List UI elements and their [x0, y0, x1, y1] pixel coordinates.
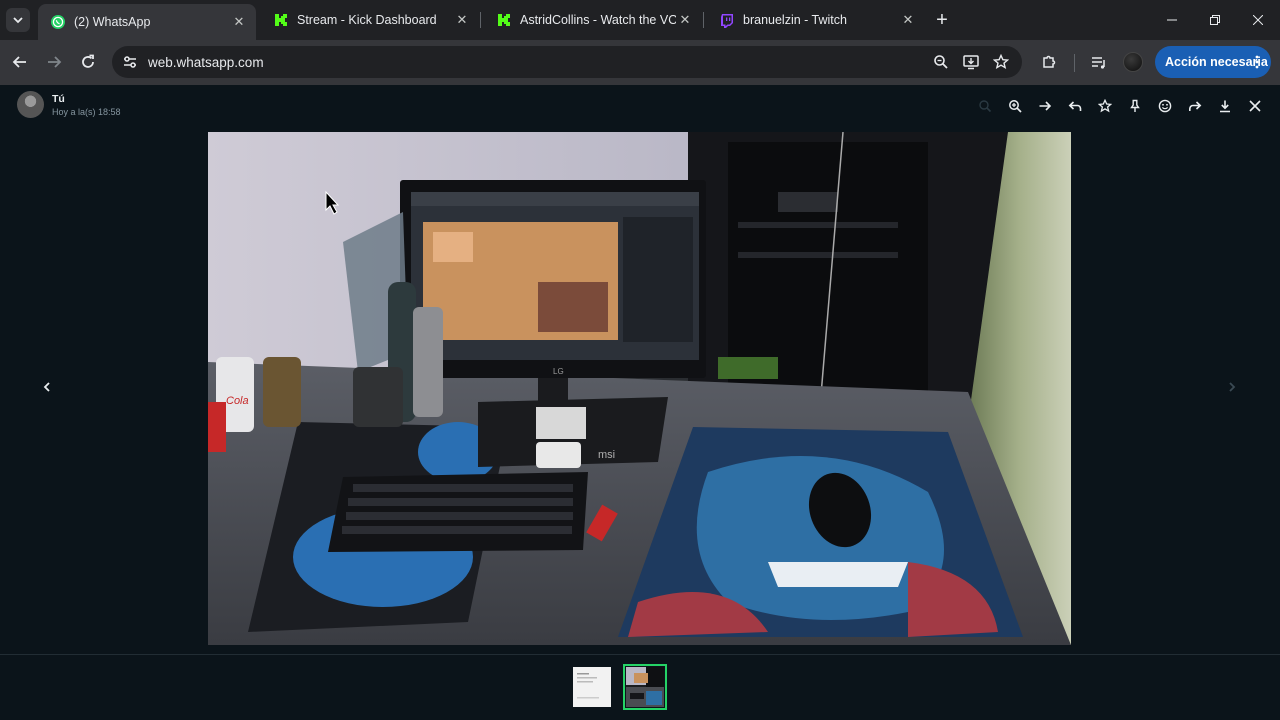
tab-kick-dashboard[interactable]: Stream - Kick Dashboard ✕ [261, 4, 479, 36]
reply-icon[interactable] [1064, 95, 1086, 117]
extensions-icon[interactable] [1034, 47, 1064, 77]
star-icon[interactable] [1094, 95, 1116, 117]
chevron-right-icon [1229, 382, 1236, 392]
url-text: web.whatsapp.com [148, 54, 264, 70]
window-close-button[interactable] [1236, 0, 1280, 40]
minimize-icon [1167, 19, 1177, 21]
kick-icon [496, 12, 512, 28]
tab-divider [480, 12, 481, 28]
reload-icon [82, 54, 94, 68]
tab-title: AstridCollins - Watch the VOD o [520, 13, 676, 27]
close-icon[interactable]: ✕ [676, 11, 694, 29]
tab-twitch[interactable]: branuelzin - Twitch ✕ [707, 4, 925, 36]
more-vertical-icon[interactable] [1249, 52, 1265, 72]
forward-button[interactable] [39, 47, 69, 77]
site-info-icon[interactable] [120, 52, 140, 72]
close-viewer-icon[interactable] [1244, 95, 1266, 117]
whatsapp-icon [50, 14, 66, 30]
chevron-left-icon [43, 382, 50, 392]
action-required-button[interactable]: Acción necesaria [1155, 46, 1271, 78]
plus-icon: + [936, 8, 948, 31]
zoom-out-icon [974, 95, 996, 117]
tab-title: branuelzin - Twitch [743, 13, 847, 27]
back-button[interactable] [5, 47, 35, 77]
close-icon[interactable]: ✕ [453, 11, 471, 29]
install-app-icon[interactable] [956, 47, 986, 77]
close-icon[interactable]: ✕ [899, 11, 917, 29]
zoom-in-icon[interactable] [1004, 95, 1026, 117]
close-icon[interactable]: ✕ [230, 13, 248, 31]
download-icon[interactable] [1214, 95, 1236, 117]
pin-icon[interactable] [1124, 95, 1146, 117]
arrow-left-icon [12, 56, 26, 68]
photo-preview[interactable]: msi LG Cola [208, 132, 1071, 645]
case-brand-label: msi [598, 449, 615, 461]
profile-avatar[interactable] [1123, 52, 1143, 72]
address-bar[interactable]: web.whatsapp.com [112, 46, 1022, 78]
document-thumbnail[interactable] [573, 667, 611, 707]
chevron-down-icon [13, 17, 23, 24]
message-timestamp: Hoy a la(s) 18:58 [52, 107, 121, 117]
arrow-right-icon [48, 56, 62, 68]
tab-search-button[interactable] [6, 8, 30, 32]
zoom-icon[interactable] [926, 47, 956, 77]
browser-toolbar: web.whatsapp.com Acción necesaria [0, 40, 1280, 85]
avatar[interactable] [17, 91, 44, 118]
bookmark-star-icon[interactable] [986, 47, 1016, 77]
media-viewer-header: Tú Hoy a la(s) 18:58 [0, 85, 1280, 127]
forward-icon[interactable] [1184, 95, 1206, 117]
twitch-icon [719, 12, 735, 28]
new-tab-button[interactable]: + [930, 8, 954, 32]
minimize-button[interactable] [1150, 0, 1194, 40]
thumbnail-strip [0, 654, 1280, 720]
media-viewer: Tú Hoy a la(s) 18:58 msi LG Cola [0, 85, 1280, 720]
close-icon [1253, 15, 1263, 25]
restore-button[interactable] [1193, 0, 1237, 40]
tab-strip: (2) WhatsApp ✕ Stream - Kick Dashboard ✕… [0, 0, 1280, 40]
toolbar-divider [1074, 54, 1075, 72]
tab-title: Stream - Kick Dashboard [297, 13, 437, 27]
tab-divider [703, 12, 704, 28]
can-label: Cola [226, 395, 249, 407]
monitor-brand-label: LG [553, 367, 564, 376]
next-media-button[interactable] [1222, 377, 1242, 397]
restore-icon [1210, 15, 1220, 25]
go-to-message-icon[interactable] [1034, 95, 1056, 117]
react-emoji-icon[interactable] [1154, 95, 1176, 117]
media-control-icon[interactable] [1084, 47, 1114, 77]
previous-media-button[interactable] [37, 377, 57, 397]
sender-name: Tú [52, 93, 65, 105]
tab-astridcollins-vod[interactable]: AstridCollins - Watch the VOD o ✕ [484, 4, 702, 36]
tab-whatsapp[interactable]: (2) WhatsApp ✕ [38, 4, 256, 40]
photo-thumbnail[interactable] [623, 664, 667, 710]
desk-setup-photo: msi LG Cola [208, 132, 1071, 645]
tab-title: (2) WhatsApp [74, 15, 151, 29]
kick-icon [273, 12, 289, 28]
reload-button[interactable] [73, 47, 103, 77]
